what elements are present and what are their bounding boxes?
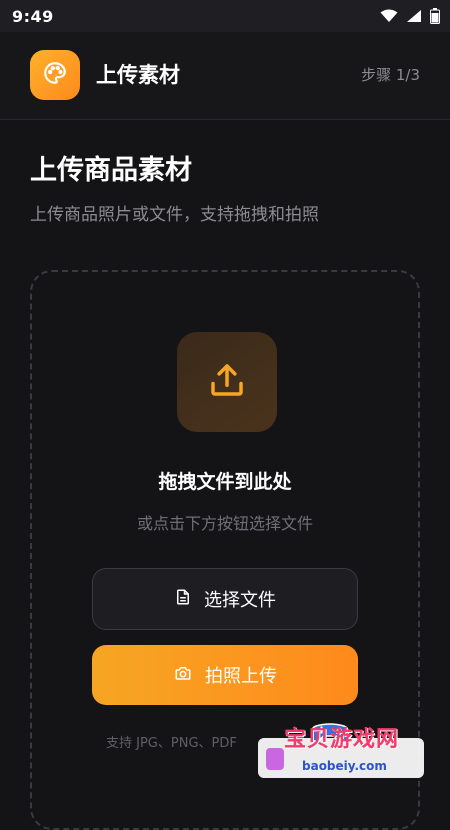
drop-title: 拖拽文件到此处 xyxy=(158,471,292,493)
upload-icon xyxy=(206,359,248,405)
choose-file-label: 选择文件 xyxy=(204,590,276,611)
camera-icon xyxy=(173,664,193,686)
file-icon xyxy=(174,587,192,611)
upload-icon-box xyxy=(177,332,277,432)
app-header: 上传素材 步骤 1/3 xyxy=(0,32,450,120)
status-icons xyxy=(380,8,440,24)
watermark: 宝贝游戏网 baobeiy.com xyxy=(258,722,430,782)
status-time: 9:49 xyxy=(12,6,54,26)
app-title: 上传素材 xyxy=(96,63,180,87)
supported-formats: 支持 JPG、PNG、PDF xyxy=(106,736,237,751)
wifi-icon xyxy=(380,9,398,23)
page-subtitle: 上传商品照片或文件，支持拖拽和拍照 xyxy=(30,205,319,225)
app-logo xyxy=(30,50,80,100)
signal-icon xyxy=(406,9,422,23)
watermark-block xyxy=(266,748,284,770)
palette-icon xyxy=(42,60,68,90)
take-photo-label: 拍照上传 xyxy=(205,666,277,687)
take-photo-button[interactable]: 拍照上传 xyxy=(92,645,358,705)
battery-icon xyxy=(430,8,440,24)
step-indicator: 步骤 1/3 xyxy=(361,66,420,84)
status-bar: 9:49 xyxy=(0,0,450,32)
watermark-site-name: 宝贝游戏网 xyxy=(284,727,400,752)
choose-file-button[interactable]: 选择文件 xyxy=(92,568,358,630)
drop-hint: 或点击下方按钮选择文件 xyxy=(136,514,313,533)
watermark-url: baobeiy.com xyxy=(302,759,387,773)
page-title: 上传商品素材 xyxy=(30,155,192,186)
